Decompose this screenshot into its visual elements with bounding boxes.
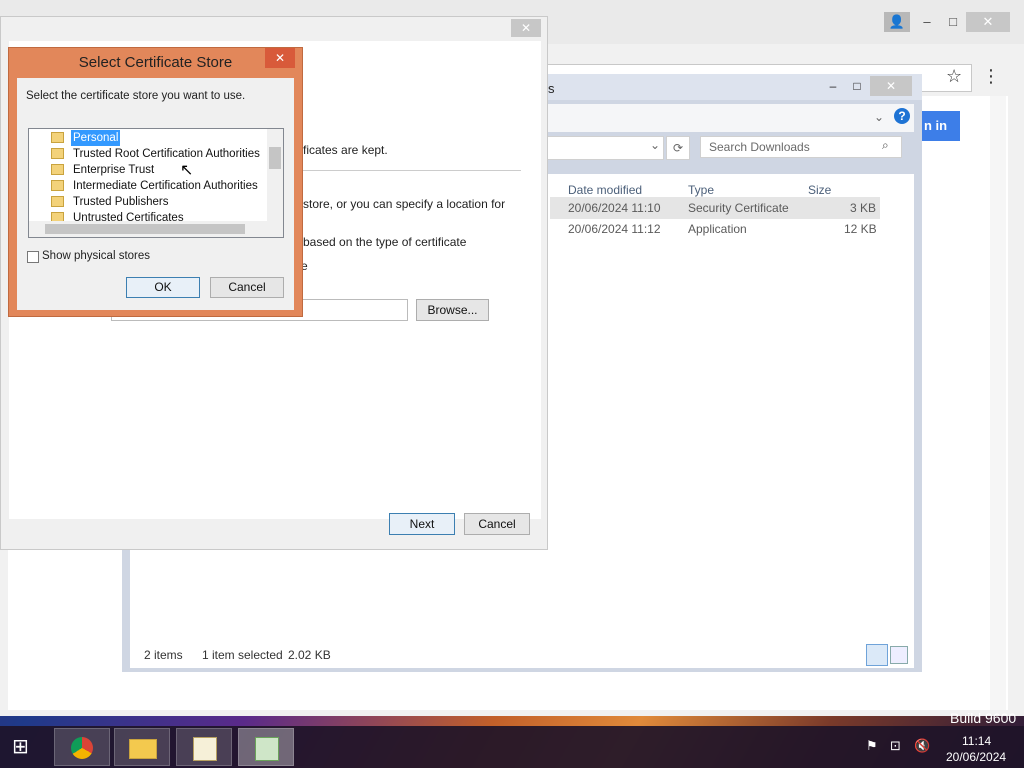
clock-date[interactable]: 20/06/2024 [946,750,1006,764]
certificate-import-icon [255,737,279,761]
taskbar: ⊞ ⚑ ⊡ 🔇 11:14 20/06/2024 [0,726,1024,768]
taskbar-explorer-icon[interactable] [114,728,170,766]
three-dots-icon[interactable]: ⋮ [982,66,1000,87]
folder-icon [51,132,64,143]
scroll-thumb[interactable] [45,224,245,234]
folder-icon [51,164,64,175]
tree-item-label: Trusted Publishers [73,196,169,208]
taskbar-chrome-icon[interactable] [54,728,110,766]
folder-icon [51,148,64,159]
help-icon[interactable]: ? [894,108,910,124]
tree-horizontal-scrollbar[interactable] [29,221,283,237]
tree-vertical-scrollbar[interactable] [267,129,283,221]
tree-item-label: Trusted Root Certification Authorities [73,148,260,160]
next-button[interactable]: Next [389,513,455,535]
address-path[interactable] [542,136,664,160]
wizard-text-2: store, or you can specify a location for [303,197,506,211]
volume-muted-icon[interactable]: 🔇 [914,738,930,754]
tree-item-label: Enterprise Trust [73,164,155,176]
star-icon[interactable]: ☆ [946,66,962,87]
dropdown-arrow-icon[interactable]: ⌄ [650,138,660,152]
row1-date: 20/06/2024 11:10 [568,201,661,215]
row2-date: 20/06/2024 11:12 [568,222,661,236]
flag-icon[interactable]: ⚑ [866,738,878,754]
certificate-store-tree[interactable]: Personal Trusted Root Certification Auth… [28,128,284,238]
show-physical-stores-checkbox[interactable] [27,251,39,263]
status-items: 2 items [144,648,183,662]
tree-item-label: Intermediate Certification Authorities [73,180,258,192]
minimize-button[interactable]: – [914,12,940,32]
explorer-maximize-button[interactable]: □ [846,76,868,96]
folder-icon [51,180,64,191]
network-icon[interactable]: ⊡ [890,738,901,754]
large-icons-view-icon[interactable] [890,646,908,664]
wizard-close-button[interactable]: ✕ [511,19,541,37]
dialog-instruction: Select the certificate store you want to… [26,90,246,102]
ok-button[interactable]: OK [126,277,200,298]
row2-type: Application [688,222,747,236]
dialog-close-button[interactable]: ✕ [265,48,295,68]
certificate-icon [193,737,217,761]
status-size: 2.02 KB [288,648,331,662]
taskbar-certificate-icon[interactable] [176,728,232,766]
wizard-text-3: based on the type of certificate [303,235,467,249]
page-scrollbar[interactable] [990,96,1006,710]
wizard-text-1: ficates are kept. [303,143,388,157]
chevron-down-icon[interactable]: ⌄ [874,110,884,124]
wizard-cancel-button[interactable]: Cancel [464,513,530,535]
mouse-cursor-icon: ↖ [180,162,194,179]
dialog-cancel-button[interactable]: Cancel [210,277,284,298]
refresh-icon[interactable]: ⟳ [666,136,690,160]
status-selected: 1 item selected [202,648,283,662]
explorer-close-button[interactable]: ✕ [870,76,912,96]
details-view-icon[interactable] [866,644,888,666]
folder-icon [51,196,64,207]
taskbar-wizard-icon[interactable] [238,728,294,766]
dialog-title: Select Certificate Store [78,54,233,71]
search-icon: ⌕ [882,138,889,152]
row1-size: 3 KB [850,201,877,215]
maximize-button[interactable]: □ [940,12,966,32]
clock-time[interactable]: 11:14 [962,734,991,748]
close-button[interactable]: ✕ [966,12,1010,32]
row2-size: 12 KB [844,222,877,236]
scroll-thumb[interactable] [269,147,281,169]
show-physical-stores-label: Show physical stores [42,250,151,262]
explorer-minimize-button[interactable]: – [822,76,844,96]
chrome-icon [71,737,93,759]
divider [291,170,521,171]
windows-start-icon[interactable]: ⊞ [12,736,38,758]
user-button[interactable]: 👤 [884,12,910,32]
tree-item-label: Personal [71,130,121,146]
sign-in-button[interactable]: n in [920,111,960,141]
folder-icon [129,739,157,759]
build-watermark: Build 9600 [950,710,1017,726]
search-input[interactable]: Search Downloads [700,136,902,158]
browse-button[interactable]: Browse... [416,299,489,321]
row1-type: Security Certificate [688,201,789,215]
explorer-title: s [548,81,555,96]
